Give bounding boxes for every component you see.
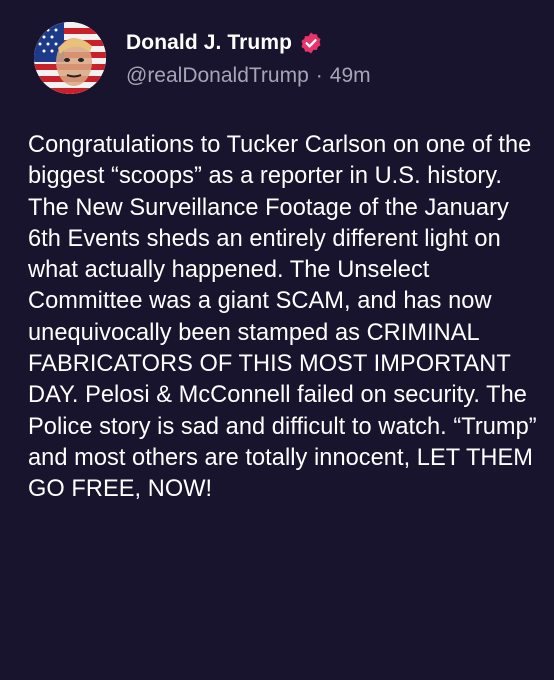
author-handle[interactable]: @realDonaldTrump: [126, 64, 309, 88]
avatar-image: [34, 22, 106, 94]
verified-badge-icon: [301, 32, 321, 54]
handle-row: @realDonaldTrump · 49m: [126, 64, 371, 88]
post-timestamp[interactable]: 49m: [330, 64, 371, 88]
post-body: Congratulations to Tucker Carlson on one…: [28, 132, 537, 503]
author-meta: Donald J. Trump @realDonaldTrump · 49m: [126, 28, 371, 88]
separator: ·: [315, 64, 323, 87]
author-name[interactable]: Donald J. Trump: [126, 31, 292, 55]
avatar[interactable]: [34, 22, 106, 94]
post-header: Donald J. Trump @realDonaldTrump · 49m: [34, 22, 371, 94]
post-card: Donald J. Trump @realDonaldTrump · 49m C…: [0, 0, 554, 680]
name-row: Donald J. Trump: [126, 28, 371, 58]
